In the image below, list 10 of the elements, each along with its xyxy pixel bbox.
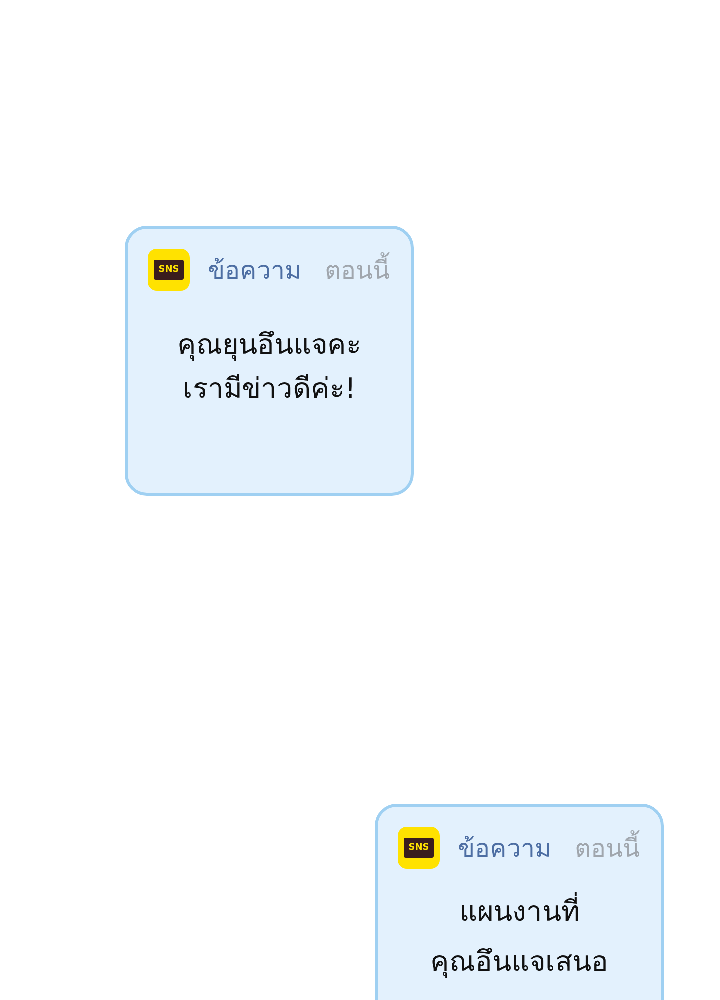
app-icon: SNS <box>148 249 190 291</box>
message-text: คุณยุนอึนแจคะ <box>176 327 362 364</box>
message-text: แผนงานที่ <box>398 887 641 937</box>
app-name: ข้อความ <box>208 255 301 287</box>
app-icon: SNS <box>398 827 440 869</box>
message-text: เรามีข่าวดีค่ะ! <box>182 371 358 407</box>
timestamp: ตอนนี้ <box>325 250 390 290</box>
message-text: คุณอึนแจเสนอ <box>430 944 610 980</box>
timestamp: ตอนนี้ <box>575 828 640 868</box>
app-name: ข้อความ <box>458 833 551 865</box>
